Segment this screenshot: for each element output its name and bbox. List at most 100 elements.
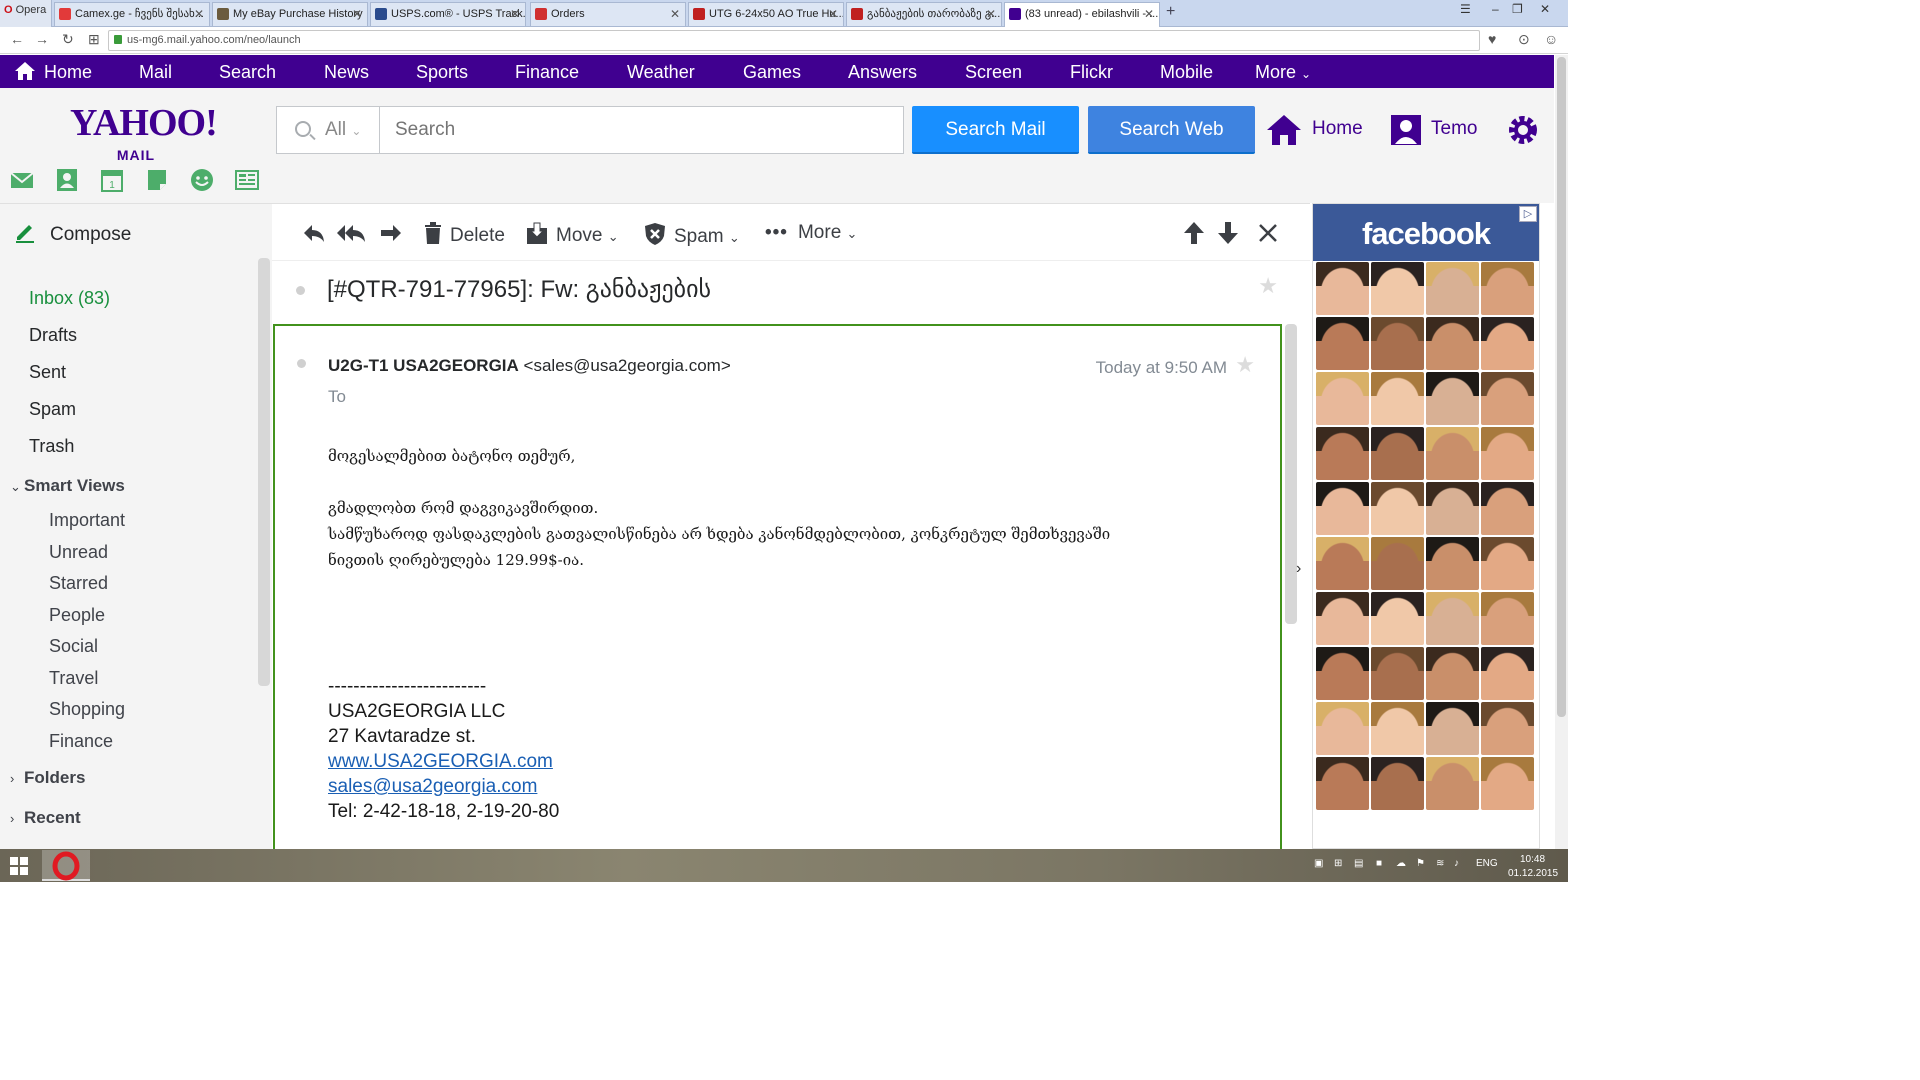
reply-icon[interactable] — [302, 221, 326, 245]
tray-windows-icon[interactable]: ⊞ — [1334, 858, 1342, 869]
folder-drafts[interactable]: Drafts — [29, 325, 77, 346]
sidebar-scrollbar[interactable] — [258, 258, 270, 686]
unread-dot-icon[interactable] — [296, 286, 305, 295]
reply-all-icon[interactable] — [337, 221, 367, 245]
nav-screen[interactable]: Screen — [965, 62, 1022, 83]
compose-button[interactable]: Compose — [14, 221, 131, 246]
search-mail-button[interactable]: Search Mail — [912, 106, 1079, 154]
folder-spam[interactable]: Spam — [29, 399, 76, 420]
forward-icon[interactable]: → — [35, 31, 49, 47]
recipient-label[interactable]: To — [328, 387, 346, 407]
nav-answers[interactable]: Answers — [848, 62, 917, 83]
maximize-icon[interactable]: ❐ — [1512, 2, 1523, 16]
mail-icon[interactable] — [10, 168, 34, 192]
folder-trash[interactable]: Trash — [29, 436, 74, 457]
tray-time[interactable]: 10:48 — [1520, 854, 1545, 865]
nav-weather[interactable]: Weather — [627, 62, 695, 83]
calendar-icon[interactable]: 1 — [100, 168, 124, 192]
tray-flag-icon[interactable]: ⚑ — [1416, 858, 1425, 869]
minimize-icon[interactable]: – — [1492, 2, 1499, 16]
nav-flickr[interactable]: Flickr — [1070, 62, 1113, 83]
speed-dial-icon[interactable]: ⊞ — [88, 31, 100, 48]
home-icon[interactable] — [14, 61, 36, 81]
smart-view-travel[interactable]: Travel — [49, 668, 98, 689]
notepad-icon[interactable] — [145, 168, 169, 192]
tab-menu-icon[interactable]: ☰ — [1460, 2, 1471, 16]
star-icon[interactable]: ★ — [1258, 273, 1278, 299]
previous-message-icon[interactable] — [1182, 220, 1206, 246]
tray-app-icon[interactable]: ▤ — [1354, 858, 1363, 869]
smart-view-finance[interactable]: Finance — [49, 731, 113, 752]
close-tab-icon[interactable]: ✕ — [352, 3, 362, 25]
tray-cloud-icon[interactable]: ☁ — [1396, 858, 1406, 869]
close-tab-icon[interactable]: ✕ — [510, 3, 520, 25]
close-tab-icon[interactable]: ✕ — [194, 3, 204, 25]
user-name[interactable]: Temo — [1431, 118, 1477, 140]
browser-tab[interactable]: Camex.ge - ჩვენს შესახ... ✕ — [54, 2, 210, 26]
user-avatar-icon[interactable] — [1390, 114, 1422, 146]
adchoices-icon[interactable]: ▷ — [1519, 206, 1537, 222]
nav-sports[interactable]: Sports — [416, 62, 468, 83]
smart-view-starred[interactable]: Starred — [49, 573, 108, 594]
unread-dot-icon[interactable] — [297, 359, 306, 368]
folders-toggle[interactable]: › Folders — [10, 768, 85, 788]
nav-mobile[interactable]: Mobile — [1160, 62, 1213, 83]
close-tab-icon[interactable]: ✕ — [828, 3, 838, 25]
tray-date[interactable]: 01.12.2015 — [1508, 868, 1558, 879]
recent-toggle[interactable]: › Recent — [10, 808, 81, 828]
reload-icon[interactable]: ↻ — [62, 31, 74, 48]
tray-network-icon[interactable]: ▣ — [1314, 858, 1323, 869]
search-scope-dropdown[interactable]: All ⌄ — [277, 107, 380, 153]
windows-start-icon[interactable] — [10, 857, 28, 875]
smart-view-social[interactable]: Social — [49, 636, 98, 657]
close-tab-icon[interactable]: ✕ — [1144, 3, 1154, 25]
browser-tab[interactable]: UTG 6-24x50 AO True Hu... ✕ — [688, 2, 844, 26]
folder-sent[interactable]: Sent — [29, 362, 66, 383]
smart-views-toggle[interactable]: ⌄ Smart Views — [10, 476, 125, 496]
browser-tab[interactable]: განბაჟების თარობაზე გ... ✕ — [846, 2, 1002, 26]
nav-more[interactable]: More ⌄ — [1255, 62, 1311, 83]
nav-finance[interactable]: Finance — [515, 62, 579, 83]
newsfeed-icon[interactable] — [235, 168, 259, 192]
message-scrollbar[interactable] — [1285, 324, 1297, 624]
tray-wifi-icon[interactable]: ≋ — [1436, 858, 1444, 869]
home-icon[interactable] — [1265, 113, 1303, 147]
more-actions-button[interactable]: ••• More ⌄ — [765, 222, 857, 244]
browser-tab-active[interactable]: (83 unread) - ebilashvili - ... ✕ — [1004, 2, 1160, 28]
nav-mail[interactable]: Mail — [139, 62, 172, 83]
message-sender[interactable]: U2G-T1 USA2GEORGIA <sales@usa2georgia.co… — [328, 356, 731, 376]
next-message-icon[interactable] — [1216, 220, 1240, 246]
forward-icon[interactable] — [379, 221, 403, 245]
nav-search[interactable]: Search — [219, 62, 276, 83]
bookmark-heart-icon[interactable]: ♥ — [1488, 31, 1496, 47]
header-home-link[interactable]: Home — [1312, 118, 1363, 140]
tray-language[interactable]: ENG — [1476, 858, 1498, 869]
close-window-icon[interactable]: ✕ — [1540, 2, 1550, 16]
search-web-button[interactable]: Search Web — [1088, 106, 1255, 154]
tray-gpu-icon[interactable]: ■ — [1376, 858, 1382, 869]
back-icon[interactable]: ← — [10, 31, 24, 47]
nav-news[interactable]: News — [324, 62, 369, 83]
browser-tab[interactable]: USPS.com® - USPS Track... ✕ — [370, 2, 526, 26]
url-field[interactable]: us-mg6.mail.yahoo.com/neo/launch — [108, 30, 1480, 51]
close-tab-icon[interactable]: ✕ — [986, 3, 996, 25]
signature-email-link[interactable]: sales@usa2georgia.com — [328, 776, 537, 797]
move-button[interactable]: Move ⌄ — [526, 222, 619, 247]
facebook-ad[interactable]: facebook ▷ — [1312, 203, 1540, 849]
spam-button[interactable]: Spam ⌄ — [644, 222, 740, 248]
browser-tab[interactable]: Orders ✕ — [530, 2, 686, 26]
download-icon[interactable]: ⊙ — [1518, 31, 1530, 48]
delete-button[interactable]: Delete — [424, 222, 505, 247]
smart-view-people[interactable]: People — [49, 605, 105, 626]
contacts-icon[interactable] — [55, 168, 79, 192]
account-icon[interactable]: ☺ — [1544, 31, 1558, 47]
smart-view-shopping[interactable]: Shopping — [49, 699, 125, 720]
folder-inbox[interactable]: Inbox (83) — [29, 288, 110, 309]
smart-view-important[interactable]: Important — [49, 510, 125, 531]
smart-view-unread[interactable]: Unread — [49, 542, 108, 563]
close-message-icon[interactable] — [1258, 223, 1278, 243]
signature-website-link[interactable]: www.USA2GEORGIA.com — [328, 751, 553, 772]
settings-gear-icon[interactable] — [1506, 113, 1540, 147]
browser-tab[interactable]: My eBay Purchase History ✕ — [212, 2, 368, 26]
messenger-smiley-icon[interactable] — [190, 168, 214, 192]
